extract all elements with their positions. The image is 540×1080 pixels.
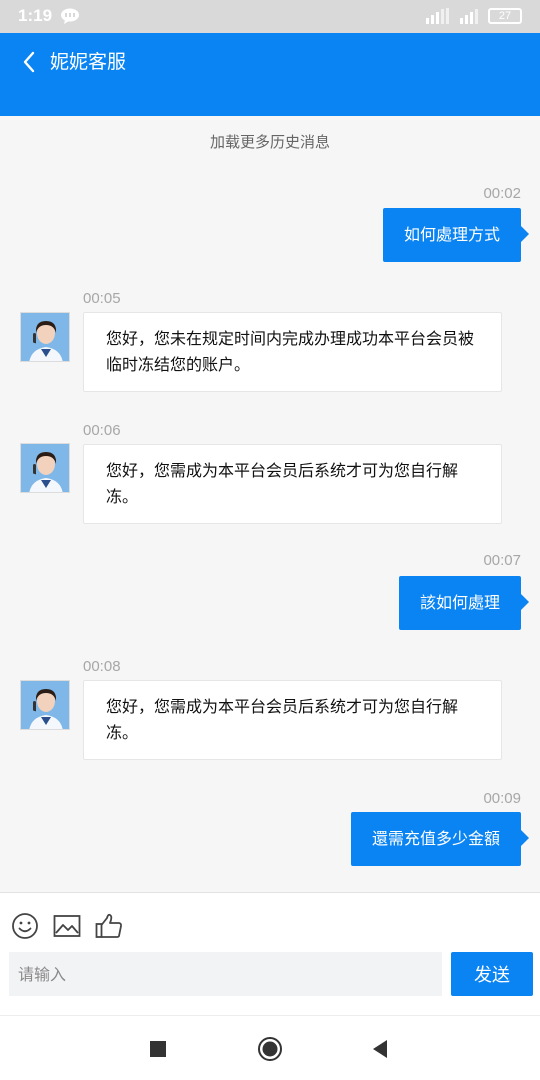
outgoing-message: 還需充值多少金額 xyxy=(350,812,530,866)
recents-square-icon[interactable] xyxy=(145,1036,171,1062)
agent-avatar xyxy=(20,443,70,493)
page-title: 妮妮客服 xyxy=(50,51,127,73)
agent-avatar xyxy=(20,312,70,362)
battery-icon: 27 xyxy=(488,8,522,24)
home-circle-icon[interactable] xyxy=(257,1036,283,1062)
signal-icon xyxy=(426,8,478,24)
incoming-message: 您好，您需成为本平台会员后系统才可为您自行解冻。 xyxy=(83,444,502,524)
back-triangle-icon[interactable] xyxy=(367,1036,393,1062)
message-input[interactable] xyxy=(9,952,442,996)
outgoing-message: 如何處理方式 xyxy=(382,208,530,262)
send-button[interactable]: 发送 xyxy=(451,952,533,996)
message-composer: 发送 xyxy=(0,892,540,1015)
incoming-message: 您好，您未在规定时间内完成办理成功本平台会员被临时冻结您的账户。 xyxy=(83,312,502,392)
message-time: 00:02 xyxy=(483,185,521,202)
chevron-left-icon[interactable] xyxy=(18,49,42,75)
emoji-icon[interactable] xyxy=(10,911,40,941)
load-more-history-link[interactable]: 加载更多历史消息 xyxy=(0,130,540,154)
system-nav-bar xyxy=(0,1015,540,1080)
message-time: 00:08 xyxy=(83,658,121,675)
status-bar: 1:19 27 xyxy=(0,0,540,33)
message-time: 00:05 xyxy=(83,290,121,307)
outgoing-message: 該如何處理 xyxy=(398,576,530,630)
message-time: 00:06 xyxy=(83,422,121,439)
agent-avatar xyxy=(20,680,70,730)
chat-header: 妮妮客服 xyxy=(0,33,540,116)
message-time: 00:07 xyxy=(483,552,521,569)
status-time: 1:19 xyxy=(18,6,53,25)
incoming-message: 您好，您需成为本平台会员后系统才可为您自行解冻。 xyxy=(83,680,502,760)
chat-notification-icon xyxy=(61,8,79,24)
message-time: 00:09 xyxy=(483,790,521,807)
image-icon[interactable] xyxy=(52,911,82,941)
battery-level: 27 xyxy=(498,10,512,22)
chat-area[interactable]: 加载更多历史消息 00:02 如何處理方式 00:05 您好，您未在规定时间内完… xyxy=(0,116,540,892)
thumbs-up-icon[interactable] xyxy=(94,911,124,941)
